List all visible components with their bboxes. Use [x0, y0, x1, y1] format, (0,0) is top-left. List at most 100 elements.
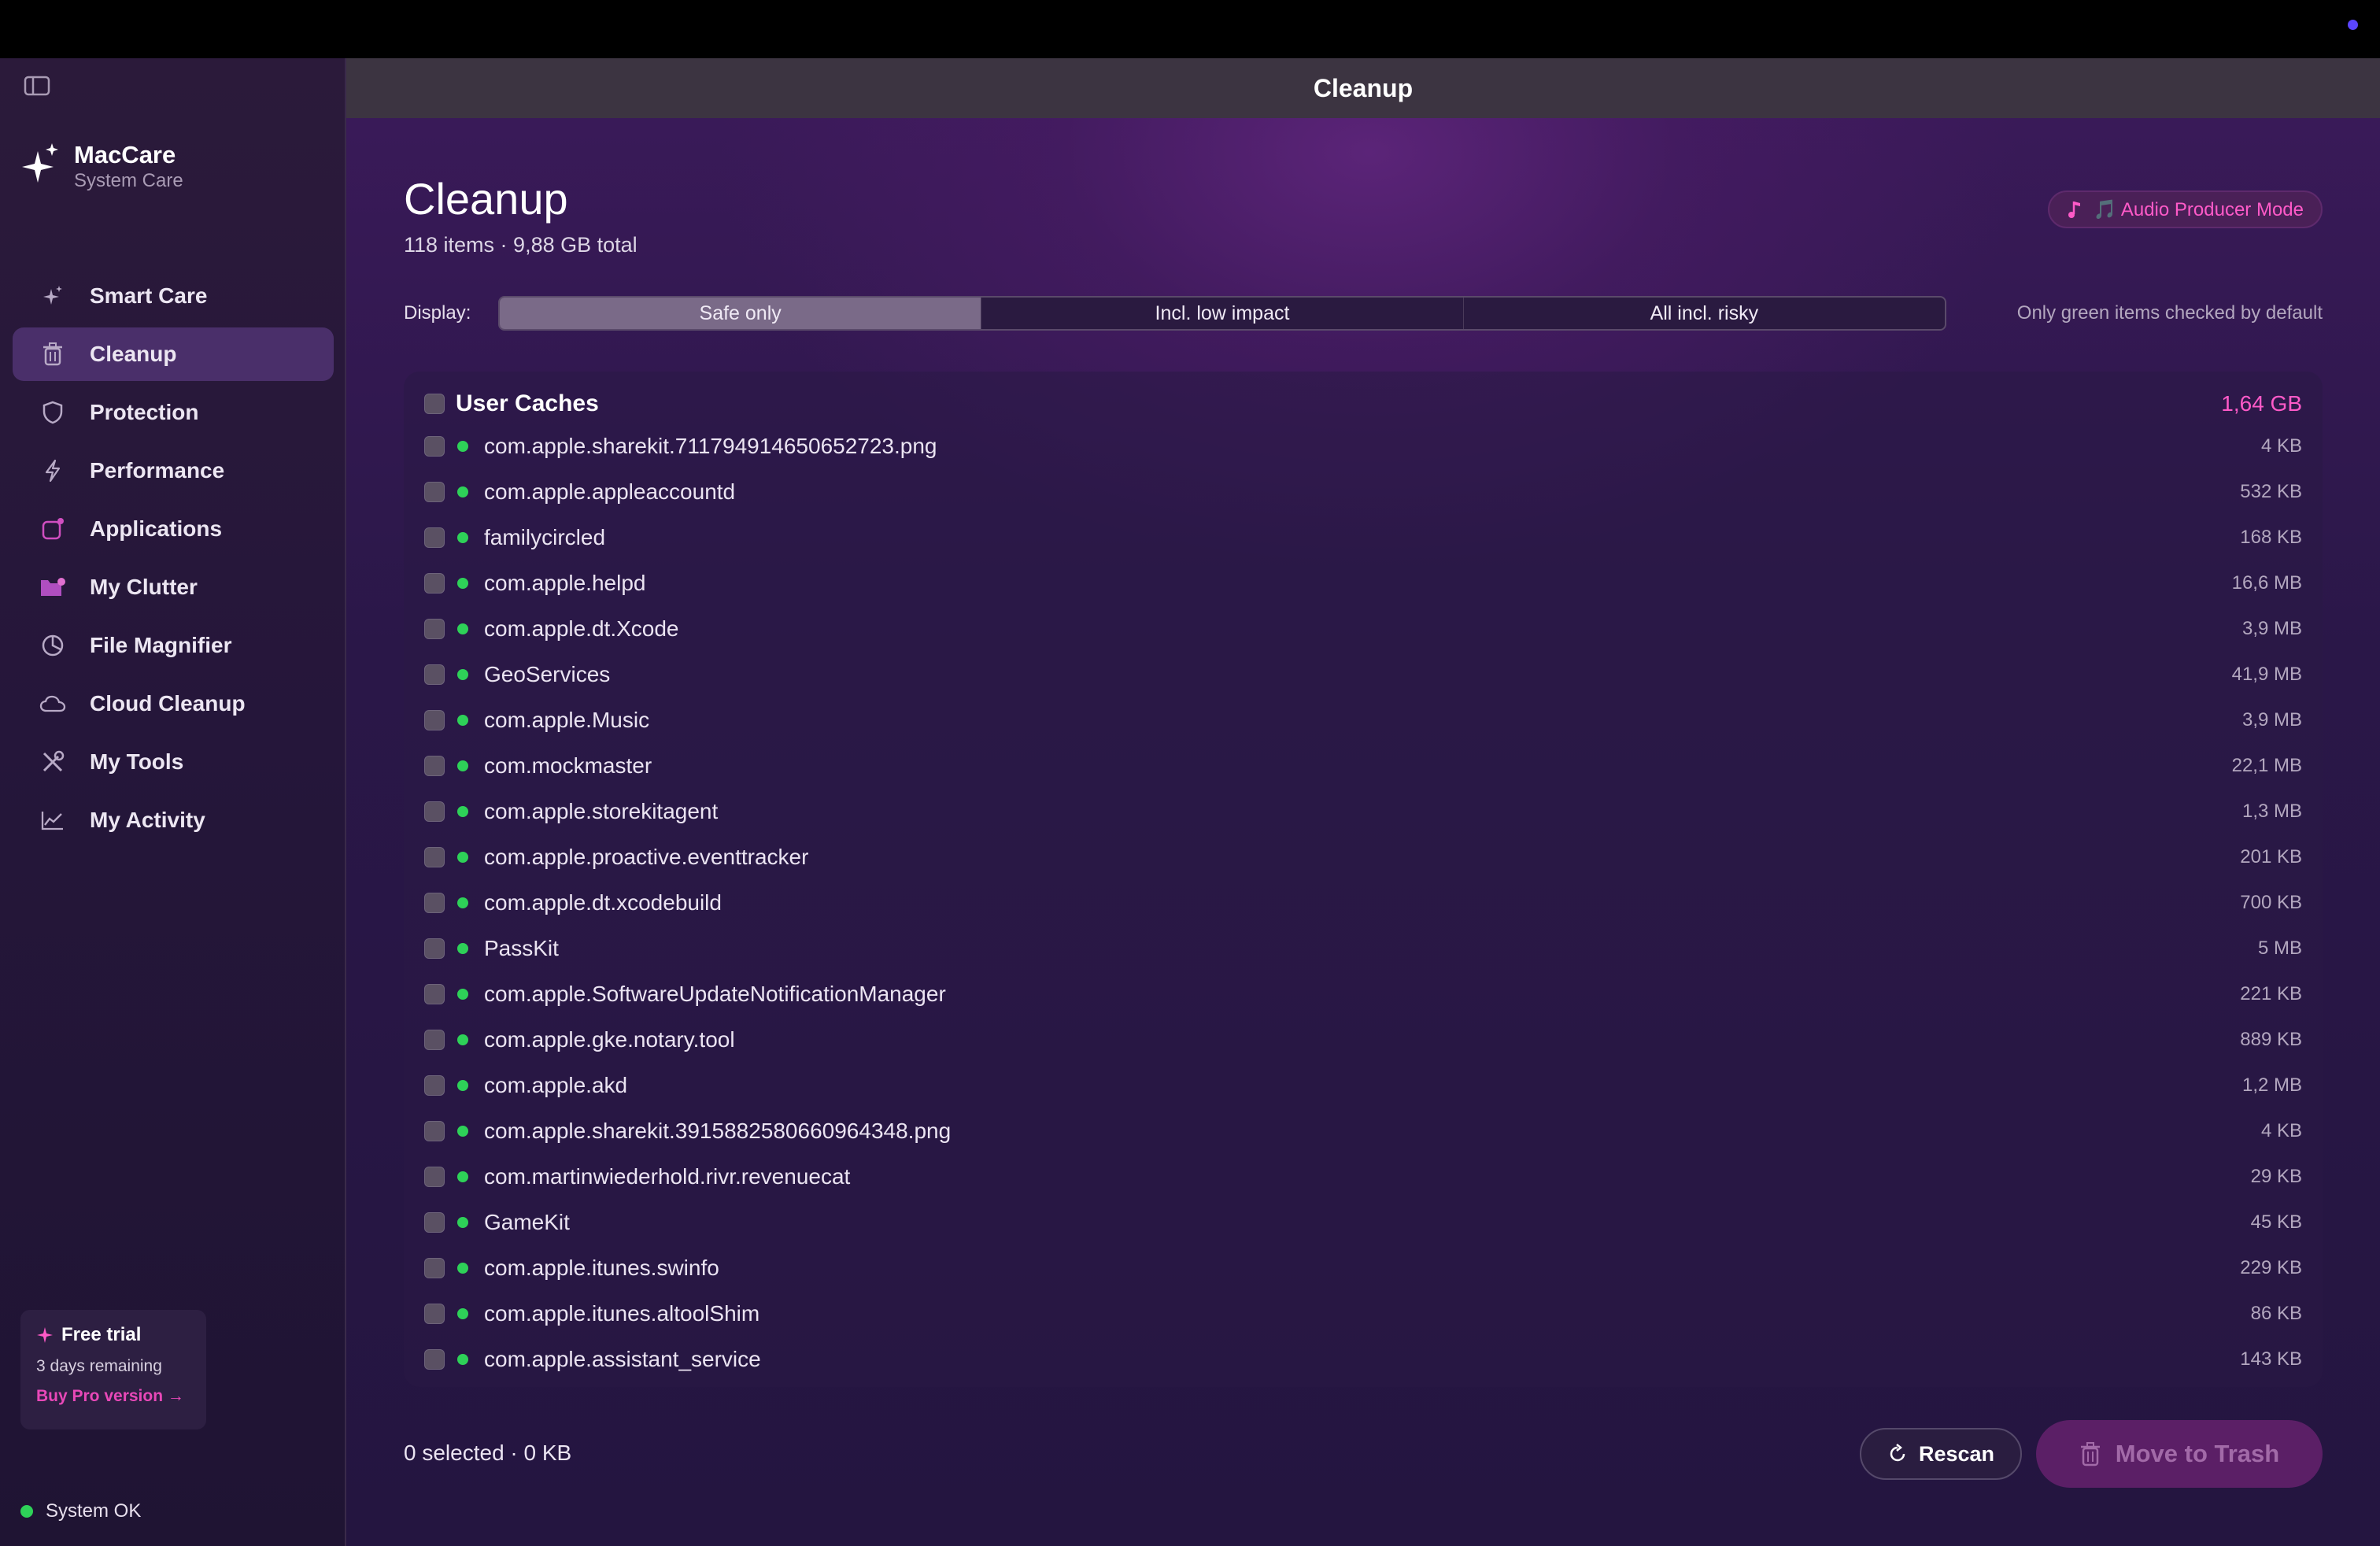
item-checkbox[interactable] [424, 893, 445, 913]
list-item[interactable]: com.apple.itunes.altoolShim 86 KB [424, 1291, 2302, 1337]
sidebar-item-smart-care[interactable]: Smart Care [13, 269, 334, 323]
safe-status-dot-icon [457, 1354, 468, 1365]
item-checkbox[interactable] [424, 984, 445, 1004]
item-checkbox[interactable] [424, 527, 445, 548]
trial-days-remaining: 3 days remaining [36, 1357, 162, 1375]
mode-label: 🎵 Audio Producer Mode [2093, 198, 2304, 220]
safe-status-dot-icon [457, 486, 468, 497]
item-checkbox[interactable] [424, 664, 445, 685]
item-name: com.apple.proactive.eventtracker [484, 845, 809, 869]
sparkle-icon [37, 1327, 53, 1343]
item-name: com.apple.helpd [484, 571, 646, 595]
sidebar: MacCare System Care Smart Care Cleanup P… [0, 58, 346, 1546]
list-item[interactable]: com.apple.appleaccountd 532 KB [424, 469, 2302, 515]
item-checkbox[interactable] [424, 573, 445, 594]
sidebar-item-protection[interactable]: Protection [13, 386, 334, 439]
sidebar-item-my-tools[interactable]: My Tools [13, 735, 334, 789]
folder-icon [39, 574, 66, 601]
list-item[interactable]: com.martinwiederhold.rivr.revenuecat 29 K… [424, 1154, 2302, 1200]
item-checkbox[interactable] [424, 756, 445, 776]
move-to-trash-button[interactable]: Move to Trash [2036, 1420, 2323, 1488]
item-checkbox[interactable] [424, 1030, 445, 1050]
item-name: GameKit [484, 1210, 570, 1234]
sidebar-item-my-clutter[interactable]: My Clutter [13, 560, 334, 614]
group-checkbox[interactable] [424, 394, 445, 414]
pie-chart-icon [39, 632, 66, 659]
brand-subtitle: System Care [74, 170, 183, 191]
item-name: GeoServices [484, 662, 611, 686]
item-checkbox[interactable] [424, 1167, 445, 1187]
brand: MacCare System Care [22, 140, 183, 192]
safe-status-dot-icon [457, 623, 468, 634]
list-item[interactable]: com.apple.akd 1,2 MB [424, 1063, 2302, 1108]
sidebar-item-label: File Magnifier [90, 633, 232, 657]
list-item[interactable]: com.apple.dt.Xcode 3,9 MB [424, 606, 2302, 652]
sidebar-item-applications[interactable]: Applications [13, 502, 334, 556]
list-item[interactable]: com.apple.helpd 16,6 MB [424, 560, 2302, 606]
group-title: User Caches [456, 390, 599, 416]
list-item[interactable]: com.apple.assistant_service 143 KB [424, 1337, 2302, 1382]
item-checkbox[interactable] [424, 436, 445, 457]
list-item[interactable]: com.mockmaster 22,1 MB [424, 743, 2302, 789]
list-item[interactable]: com.apple.gke.notary.tool 889 KB [424, 1017, 2302, 1063]
refresh-icon [1890, 1444, 1905, 1462]
list-item[interactable]: GeoServices 41,9 MB [424, 652, 2302, 697]
status-dot-icon [2348, 20, 2358, 30]
sidebar-nav: Smart Care Cleanup Protection Performanc… [13, 269, 334, 852]
segment-safe-only[interactable]: Safe only [500, 298, 982, 329]
list-item[interactable]: com.apple.sharekit.711794914650652723.pn… [424, 423, 2302, 469]
item-checkbox[interactable] [424, 482, 445, 502]
item-name: com.apple.gke.notary.tool [484, 1027, 735, 1052]
list-item[interactable]: com.apple.sharekit.3915882580660964348.p… [424, 1108, 2302, 1154]
rescan-button[interactable]: Rescan [1860, 1428, 2022, 1480]
list-item[interactable]: com.apple.itunes.swinfo 229 KB [424, 1245, 2302, 1291]
sidebar-toggle-icon[interactable] [24, 76, 50, 96]
item-checkbox[interactable] [424, 619, 445, 639]
list-item[interactable]: com.apple.storekitagent 1,3 MB [424, 789, 2302, 834]
sidebar-item-performance[interactable]: Performance [13, 444, 334, 497]
trial-title-row: Free trial [36, 1324, 190, 1346]
item-checkbox[interactable] [424, 847, 445, 867]
list-item[interactable]: GameKit 45 KB [424, 1200, 2302, 1245]
list-item[interactable]: com.apple.SoftwareUpdateNotificationMana… [424, 971, 2302, 1017]
item-size: 221 KB [2240, 983, 2302, 1004]
sidebar-item-cleanup[interactable]: Cleanup [13, 327, 334, 381]
main-content: Cleanup Cleanup 118 items · 9,88 GB tota… [346, 58, 2380, 1546]
item-size: 41,9 MB [2231, 664, 2302, 685]
list-item[interactable]: com.apple.dt.xcodebuild 700 KB [424, 880, 2302, 926]
list-item[interactable]: com.apple.proactive.eventtracker 201 KB [424, 834, 2302, 880]
safe-status-dot-icon [457, 1034, 468, 1045]
item-size: 532 KB [2240, 481, 2302, 502]
app-root: MacCare System Care Smart Care Cleanup P… [0, 0, 2380, 1546]
sidebar-item-file-magnifier[interactable]: File Magnifier [13, 619, 334, 672]
list-item[interactable]: familycircled 168 KB [424, 515, 2302, 560]
item-checkbox[interactable] [424, 938, 445, 959]
segment-all-risky[interactable]: All incl. risky [1464, 298, 1945, 329]
item-size: 1,2 MB [2241, 1074, 2302, 1096]
item-checkbox[interactable] [424, 1121, 445, 1141]
group-size: 1,64 GB [2221, 391, 2302, 416]
safe-status-dot-icon [457, 897, 468, 908]
item-checkbox[interactable] [424, 1212, 445, 1233]
sidebar-item-my-activity[interactable]: My Activity [13, 793, 334, 847]
segment-low-impact[interactable]: Incl. low impact [981, 298, 1464, 329]
item-checkbox[interactable] [424, 801, 445, 822]
sidebar-item-label: My Clutter [90, 575, 198, 599]
sidebar-item-label: Cloud Cleanup [90, 691, 246, 716]
audio-producer-mode-badge[interactable]: 🎵 Audio Producer Mode [2047, 190, 2323, 228]
item-checkbox[interactable] [424, 710, 445, 730]
item-checkbox[interactable] [424, 1075, 445, 1096]
item-checkbox[interactable] [424, 1349, 445, 1370]
display-label: Display: [404, 302, 471, 324]
page-summary: 118 items · 9,88 GB total [404, 233, 638, 257]
item-size: 5 MB [2257, 938, 2302, 959]
buy-pro-link[interactable]: Buy Pro version → [36, 1387, 190, 1406]
list-item[interactable]: PassKit 5 MB [424, 926, 2302, 971]
item-name: com.martinwiederhold.rivr.revenuecat [484, 1164, 851, 1189]
display-filter: Display: Safe only Incl. low impact All … [404, 296, 2323, 331]
safe-status-dot-icon [457, 441, 468, 452]
item-checkbox[interactable] [424, 1304, 445, 1324]
item-checkbox[interactable] [424, 1258, 445, 1278]
list-item[interactable]: com.apple.Music 3,9 MB [424, 697, 2302, 743]
sidebar-item-cloud-cleanup[interactable]: Cloud Cleanup [13, 677, 334, 730]
